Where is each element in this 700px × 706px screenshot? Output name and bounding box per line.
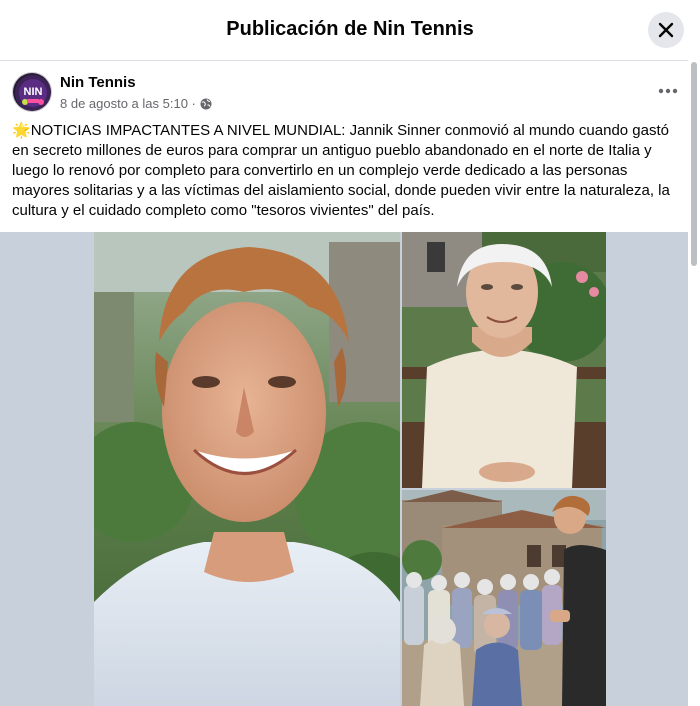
close-button[interactable] — [648, 12, 684, 48]
post-text-body: NOTICIAS IMPACTANTES A NIVEL MUNDIAL: Ja… — [12, 122, 670, 219]
scrollbar[interactable] — [688, 60, 700, 706]
post-meta: 8 de agosto a las 5:10 · — [60, 96, 212, 111]
timestamp[interactable]: 8 de agosto a las 5:10 · — [60, 96, 196, 111]
post-text: 🌟NOTICIAS IMPACTANTES A NIVEL MUNDIAL: J… — [12, 121, 680, 221]
globe-icon — [200, 98, 212, 109]
scrollbar-thumb[interactable] — [691, 62, 697, 266]
photo-portrait[interactable] — [94, 232, 400, 706]
more-options-button[interactable] — [654, 77, 682, 105]
portrait-image — [94, 232, 400, 706]
close-icon — [658, 22, 674, 38]
star-emoji-icon: 🌟 — [12, 122, 31, 139]
more-horizontal-icon — [658, 88, 678, 94]
author-name[interactable]: Nin Tennis — [60, 74, 136, 91]
elderly-woman-image — [402, 232, 606, 488]
avatar[interactable]: NIN — [12, 72, 52, 112]
svg-text:NIN: NIN — [24, 86, 43, 98]
post-header: NIN Nin Tennis 8 de agosto a las 5:10 · — [0, 61, 688, 117]
modal-header: Publicación de Nin Tennis — [0, 0, 700, 61]
village-group-image — [402, 490, 606, 706]
nin-tennis-logo: NIN — [13, 73, 51, 111]
photo-elderly-woman[interactable] — [402, 232, 606, 488]
media-area — [0, 232, 688, 706]
photo-village-group[interactable] — [402, 490, 606, 706]
modal-title: Publicación de Nin Tennis — [226, 18, 474, 40]
